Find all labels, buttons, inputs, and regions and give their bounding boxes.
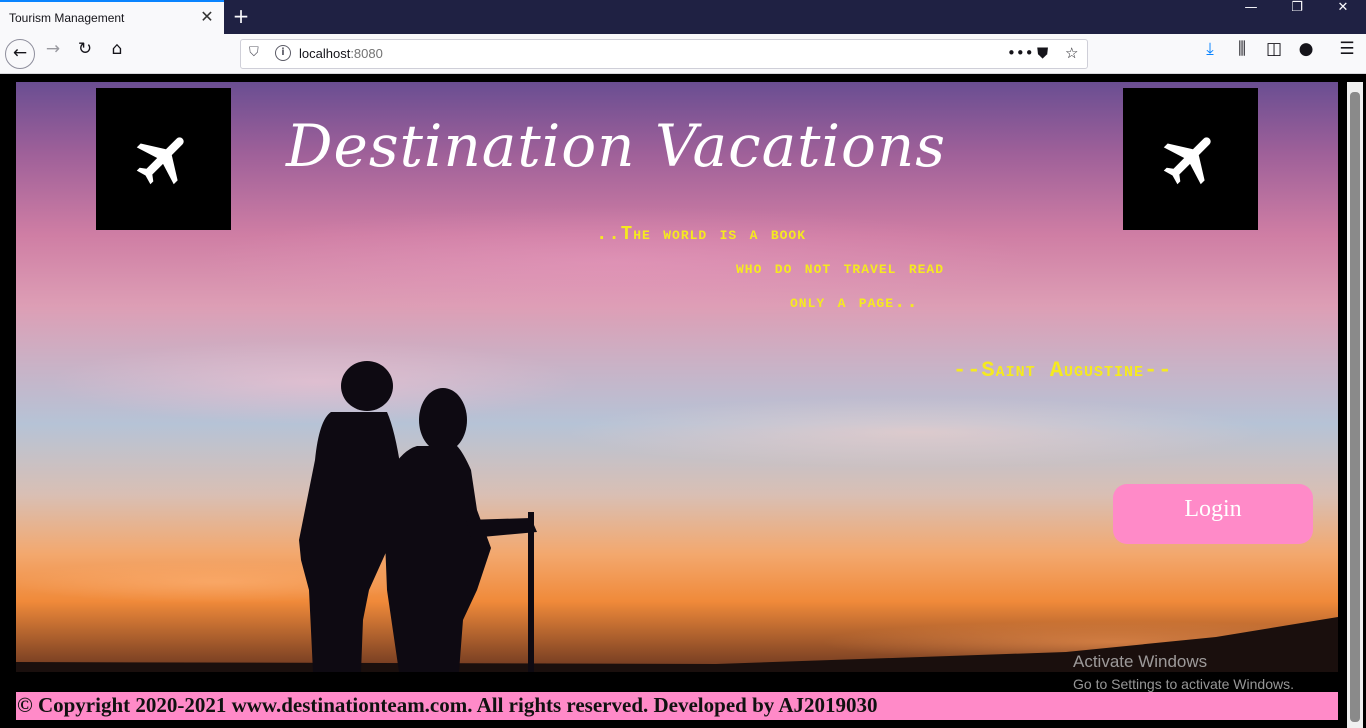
vertical-scrollbar[interactable] [1347, 82, 1363, 728]
activate-windows-title: Activate Windows [1073, 652, 1208, 671]
url-bar[interactable]: ⛉ i localhost:8080 ••• ⛊ ☆ [240, 39, 1088, 69]
quote-line-3: only a page.. [790, 291, 919, 313]
downloads-icon[interactable]: ⤓ [1195, 39, 1225, 69]
tab-tourism-management[interactable]: Tourism Management ✕ [0, 0, 224, 34]
tab-bar: Tourism Management ✕ + — ❐ ✕ [0, 0, 1366, 34]
plane-logo-right [1123, 88, 1258, 230]
window-close-icon[interactable]: ✕ [1320, 0, 1366, 34]
tab-title: Tourism Management [9, 11, 125, 25]
site-title: Destination Vacations [286, 112, 947, 180]
login-button[interactable]: Login [1113, 484, 1313, 544]
pocket-icon[interactable]: ⛊ [1037, 44, 1048, 62]
back-icon[interactable]: ← [5, 39, 35, 69]
page-actions-icon[interactable]: ••• [1007, 44, 1034, 62]
navigation-toolbar: ← → ↻ ⌂ ⛉ i localhost:8080 ••• ⛊ ☆ ⤓ ⫼ ◫… [0, 34, 1366, 74]
sidebar-icon[interactable]: ◫ [1259, 39, 1289, 69]
library-icon[interactable]: ⫼ [1227, 39, 1257, 69]
activate-windows-subtitle: Go to Settings to activate Windows. [1073, 676, 1294, 692]
hero-section: Destination Vacations ..The world is a b… [16, 82, 1338, 672]
reload-icon[interactable]: ↻ [70, 39, 100, 69]
restore-icon[interactable]: ❐ [1274, 0, 1320, 34]
forward-icon[interactable]: → [38, 39, 68, 69]
home-icon[interactable]: ⌂ [102, 39, 132, 69]
quote-line-1: ..The world is a book [596, 223, 807, 245]
airplane-icon [1163, 137, 1211, 185]
quote-line-2: who do not travel read [736, 257, 945, 279]
copyright-text: © Copyright 2020-2021 www.destinationtea… [17, 693, 878, 717]
menu-icon[interactable]: ☰ [1332, 39, 1362, 69]
airplane-icon [136, 137, 184, 185]
plane-logo-left [96, 88, 231, 230]
account-icon[interactable]: ● [1291, 39, 1321, 69]
minimize-icon[interactable]: — [1228, 0, 1274, 34]
site-info-icon[interactable]: i [275, 45, 291, 61]
footer: © Copyright 2020-2021 www.destinationtea… [16, 692, 1338, 720]
hikers-silhouette [299, 361, 537, 672]
quote-author: --Saint Augustine-- [953, 358, 1173, 383]
url-text[interactable]: localhost:8080 [299, 46, 383, 61]
scrollbar-thumb[interactable] [1350, 92, 1360, 722]
new-tab-icon[interactable]: + [229, 4, 253, 28]
tab-close-icon[interactable]: ✕ [198, 8, 216, 26]
bookmark-star-icon[interactable]: ☆ [1065, 44, 1078, 62]
tracking-protection-icon[interactable]: ⛉ [249, 45, 259, 60]
